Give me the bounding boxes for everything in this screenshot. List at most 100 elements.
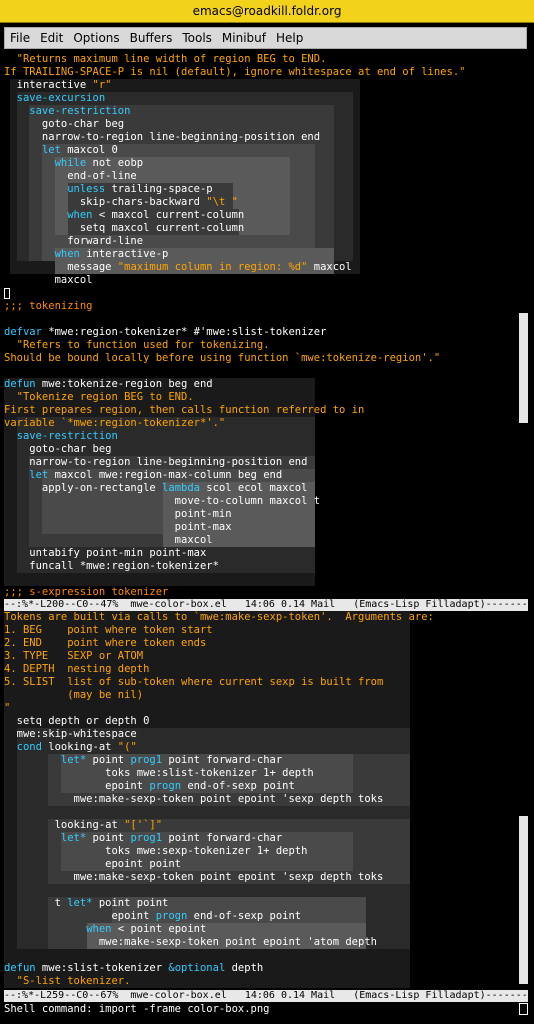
code-line: narrow-to-region line-beginning-position… (4, 456, 307, 469)
string-token: Should be bound locally before using fun… (4, 352, 441, 364)
string-token: "Returns maximum line width of region BE… (4, 53, 327, 65)
string-token: " (4, 702, 11, 714)
keyword-token: unless (67, 183, 106, 195)
code-line: "Tokenize region BEG to END. (4, 391, 194, 404)
mode-line-top: --:%*-L200--C0--47% mwe-color-box.el 14:… (4, 599, 528, 611)
scrollbar-top[interactable] (519, 53, 528, 599)
code-line: maxcol (4, 274, 93, 287)
menu-bar: File Edit Options Buffers Tools Minibuf Help (4, 27, 527, 49)
menu-edit[interactable]: Edit (35, 31, 68, 45)
keyword-token: let (29, 469, 49, 481)
code-line: 3. TYPE SEXP or ATOM (4, 650, 143, 663)
keyword-token: defun (4, 962, 36, 974)
keyword-token: save-restriction (4, 105, 131, 117)
code-line: variable `*mwe:region-tokenizer*'." (4, 417, 225, 430)
keyword-token: cond (4, 741, 42, 753)
code-token: point (86, 832, 131, 844)
code-token: mwe:make-sexp-token point epoint 'sexp d… (4, 793, 384, 805)
keyword-token: let (41, 144, 61, 156)
code-token: looking-at (4, 819, 125, 831)
menu-minibuf[interactable]: Minibuf (217, 31, 271, 45)
menu-help[interactable]: Help (271, 31, 308, 45)
code-line: let maxcol 0 (4, 144, 118, 157)
code-line: 5. SLIST list of sub-token where current… (4, 676, 383, 689)
code-token: mwe:make-sexp-token point epoint 'atom d… (4, 936, 377, 948)
code-line: First prepares region, then calls functi… (4, 404, 364, 417)
code-token: narrow-to-region line-beginning-position… (4, 131, 321, 143)
code-token: funcall *mwe:region-tokenizer* (4, 560, 219, 572)
menu-tools[interactable]: Tools (177, 31, 217, 45)
code-token: untabify point-min point-max (4, 547, 207, 559)
code-token: < point epoint (111, 923, 207, 935)
keyword-token: save-restriction (4, 430, 118, 442)
code-line: ;;; s-expression tokenizer (4, 586, 168, 599)
code-line: interactive "r" (4, 79, 112, 92)
code-token: point forward-char (162, 832, 283, 844)
keyword-token: defun (4, 378, 36, 390)
menu-file[interactable]: File (5, 31, 35, 45)
code-token: skip-chars-backward (4, 196, 207, 208)
code-line: forward-line (4, 235, 143, 248)
code-token: maxcol (307, 261, 352, 273)
keyword-token: when (67, 209, 93, 221)
scrollbar-bottom[interactable] (519, 611, 528, 988)
code-line: " (4, 702, 10, 715)
keyword-token: progn (155, 910, 188, 922)
comment-token: ;;; s-expression tokenizer (4, 586, 169, 598)
code-line: save-restriction (4, 430, 118, 443)
minibuffer[interactable]: Shell command: import -frame color-box.p… (4, 1003, 270, 1016)
code-line: (may be nil) (4, 689, 143, 702)
string-token: Tokens are built via calls to `mwe:make-… (4, 611, 434, 623)
scrollbar-thumb-top[interactable] (519, 313, 528, 423)
code-line: mwe:make-sexp-token point epoint 'atom d… (4, 936, 377, 949)
code-token: toks mwe:slist-tokenizer 1+ depth (4, 767, 314, 779)
code-line: while not eobp (4, 157, 144, 170)
string-token: "\t " (206, 196, 238, 208)
code-line: defun mwe:slist-tokenizer &optional dept… (4, 962, 263, 975)
code-token: end-of-sexp point (181, 780, 295, 792)
code-token: interactive-p (79, 248, 169, 260)
code-token: narrow-to-region line-beginning-position… (4, 456, 308, 468)
code-line: mwe:make-sexp-token point epoint 'sexp d… (4, 793, 384, 806)
editor-pane-top[interactable]: "Returns maximum line width of region BE… (4, 53, 518, 599)
string-token: (may be nil) (4, 689, 144, 701)
code-line: epoint progn end-of-sexp point (4, 910, 301, 923)
code-token: depth (225, 962, 264, 974)
menu-buffers[interactable]: Buffers (125, 31, 178, 45)
code-token: trailing-space-p (105, 183, 213, 195)
code-token: point (86, 754, 131, 766)
code-token: *mwe:region-tokenizer* #'mwe:slist-token… (41, 326, 327, 338)
scrollbar-thumb-bottom[interactable] (519, 816, 528, 984)
code-line: goto-char beg (4, 443, 111, 456)
menu-options[interactable]: Options (68, 31, 124, 45)
code-token: point forward-char (162, 754, 283, 766)
code-line: move-to-column maxcol t (4, 495, 320, 508)
code-line: looking-at "['`]" (4, 819, 162, 832)
code-line: narrow-to-region line-beginning-position… (4, 131, 320, 144)
code-line: setq depth or depth 0 (4, 715, 150, 728)
code-line: skip-chars-backward "\t " (4, 196, 238, 209)
code-line: end-of-line (4, 170, 137, 183)
editor-pane-bottom[interactable]: Tokens are built via calls to `mwe:make-… (4, 611, 518, 988)
keyword-token: &optional (168, 962, 226, 974)
keyword-token: defvar (4, 326, 42, 338)
code-line: let* point prog1 point forward-char (4, 832, 282, 845)
code-token: toks mwe:sexp-tokenizer 1+ depth (4, 845, 308, 857)
code-line: toks mwe:slist-tokenizer 1+ depth (4, 767, 314, 780)
code-line: defvar *mwe:region-tokenizer* #'mwe:slis… (4, 326, 326, 339)
code-line: point-min (4, 508, 232, 521)
string-token: 2. END point where token ends (4, 637, 207, 649)
code-line: t let* point point (4, 897, 169, 910)
code-token: epoint point (4, 858, 182, 870)
code-line: let* point prog1 point forward-char (4, 754, 282, 767)
code-line: ;;; tokenizing (4, 300, 93, 313)
keyword-token: save-excursion (4, 92, 106, 104)
string-token: "(" (117, 741, 137, 753)
code-line: maxcol (4, 534, 213, 547)
